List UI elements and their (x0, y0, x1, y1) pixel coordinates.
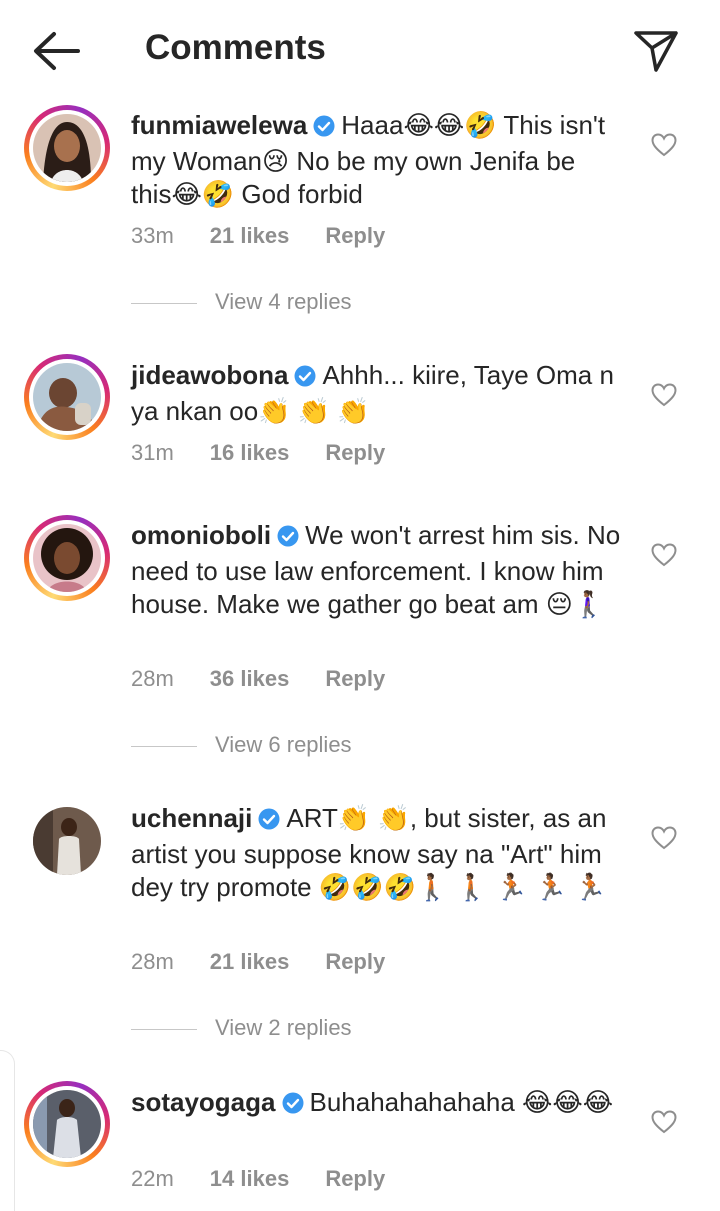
share-button[interactable] (632, 28, 680, 74)
likes-count[interactable]: 14 likes (210, 1166, 290, 1191)
comment-username[interactable]: jideawobona (131, 360, 288, 390)
likes-count[interactable]: 16 likes (210, 440, 290, 465)
verified-badge-icon (277, 522, 299, 555)
likes-count[interactable]: 21 likes (210, 949, 290, 974)
profile-photo (33, 1090, 101, 1158)
avatar[interactable] (24, 105, 110, 191)
reply-button[interactable]: Reply (325, 949, 385, 974)
avatar[interactable] (24, 515, 110, 601)
avatar[interactable] (24, 354, 110, 440)
comment-meta: 28m 36 likes Reply (131, 666, 421, 692)
avatar[interactable] (24, 1081, 110, 1167)
back-button[interactable] (30, 28, 82, 74)
profile-photo (33, 363, 101, 431)
page-title: Comments (145, 28, 326, 67)
reply-button[interactable]: Reply (325, 223, 385, 248)
comment-meta: 33m 21 likes Reply (131, 223, 421, 249)
verified-badge-icon (313, 112, 335, 145)
comment-time: 31m (131, 440, 174, 465)
comment-text: Buhahahahahaha 😂😂😂 (309, 1087, 614, 1117)
like-button[interactable] (651, 826, 677, 850)
divider-line (131, 746, 197, 747)
heart-icon (651, 826, 677, 850)
profile-photo (33, 114, 101, 182)
like-button[interactable] (651, 1110, 677, 1134)
view-replies-label: View 6 replies (215, 732, 352, 757)
comment-time: 28m (131, 949, 174, 974)
comment-meta: 22m 14 likes Reply (131, 1166, 421, 1192)
reply-button[interactable]: Reply (325, 1166, 385, 1191)
profile-photo (33, 524, 101, 592)
profile-photo (33, 807, 101, 875)
verified-badge-icon (282, 1089, 304, 1122)
like-button[interactable] (651, 133, 677, 157)
reply-button[interactable]: Reply (325, 440, 385, 465)
view-replies-label: View 4 replies (215, 289, 352, 314)
comment-time: 22m (131, 1166, 174, 1191)
comment-time: 33m (131, 223, 174, 248)
side-panel-edge (0, 1050, 15, 1211)
comment-time: 28m (131, 666, 174, 691)
likes-count[interactable]: 36 likes (210, 666, 290, 691)
back-arrow-icon (34, 32, 80, 70)
view-replies-label: View 2 replies (215, 1015, 352, 1040)
header: Comments (0, 0, 720, 100)
heart-icon (651, 383, 677, 407)
comment-username[interactable]: uchennaji (131, 803, 252, 833)
paper-plane-icon (634, 31, 678, 72)
divider-line (131, 1029, 197, 1030)
verified-badge-icon (294, 362, 316, 395)
comment-username[interactable]: omonioboli (131, 520, 271, 550)
like-button[interactable] (651, 383, 677, 407)
comment-username[interactable]: funmiawelewa (131, 110, 307, 140)
like-button[interactable] (651, 543, 677, 567)
comment-username[interactable]: sotayogaga (131, 1087, 276, 1117)
avatar[interactable] (24, 798, 110, 884)
likes-count[interactable]: 21 likes (210, 223, 290, 248)
comment-meta: 31m 16 likes Reply (131, 440, 421, 466)
divider-line (131, 303, 197, 304)
comment-meta: 28m 21 likes Reply (131, 949, 421, 975)
heart-icon (651, 1110, 677, 1134)
heart-icon (651, 133, 677, 157)
heart-icon (651, 543, 677, 567)
verified-badge-icon (258, 805, 280, 838)
reply-button[interactable]: Reply (325, 666, 385, 691)
